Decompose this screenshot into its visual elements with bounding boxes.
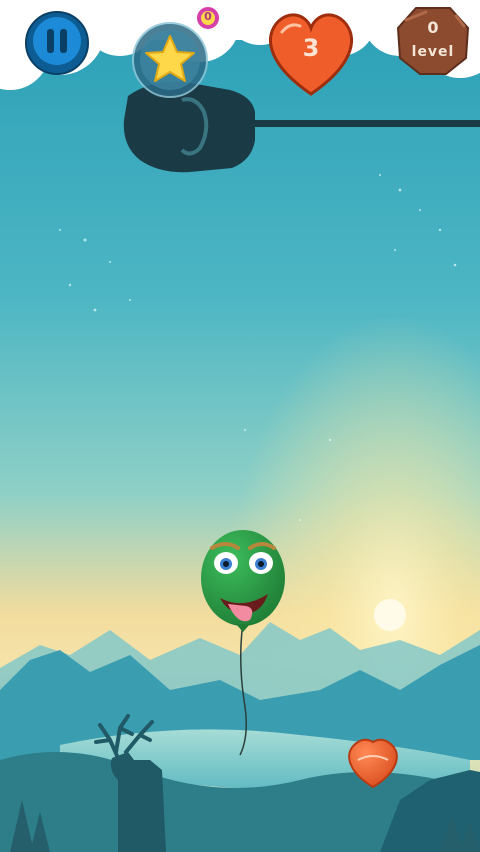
level-number: 0 (427, 18, 439, 37)
game-screen: 0 3 0 level (0, 0, 480, 852)
lives-heart: 3 (262, 6, 360, 98)
star-count-badge: 0 (194, 4, 222, 32)
level-indicator: 0 level (396, 6, 470, 76)
star-counter[interactable]: 0 (130, 5, 221, 100)
pause-button[interactable] (24, 10, 90, 76)
level-label: level (411, 44, 455, 60)
lives-count: 3 (302, 34, 320, 62)
background-landscape (0, 0, 480, 852)
sun (374, 599, 406, 631)
star-count: 0 (204, 10, 212, 23)
